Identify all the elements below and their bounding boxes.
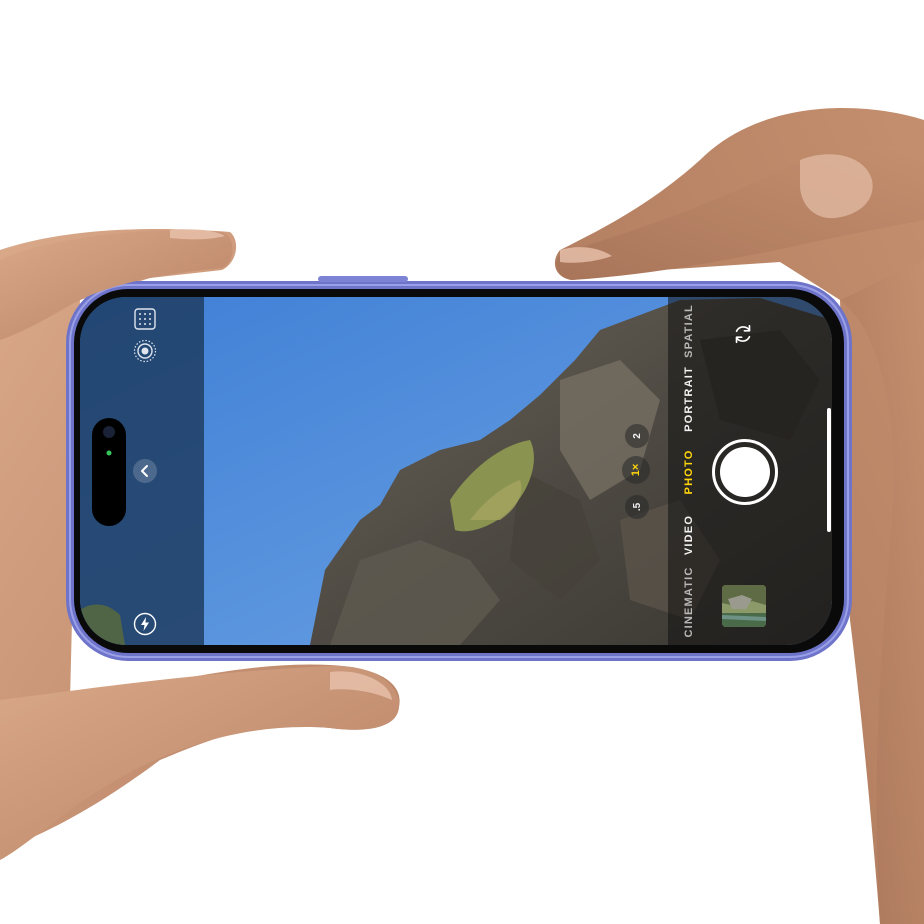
zoom-half-button[interactable]: .5 bbox=[625, 495, 649, 519]
live-photo-icon[interactable] bbox=[133, 339, 157, 363]
grid-icon[interactable] bbox=[133, 307, 157, 331]
mode-cinematic[interactable]: CINEMATIC bbox=[682, 557, 696, 647]
last-photo-thumbnail[interactable] bbox=[722, 585, 766, 627]
zoom-1x-button[interactable]: 1× bbox=[622, 456, 650, 484]
flip-camera-icon[interactable] bbox=[731, 322, 755, 346]
zoom-2x-button[interactable]: 2 bbox=[625, 424, 649, 448]
shutter-button[interactable] bbox=[712, 439, 778, 505]
screen-edge-indicator bbox=[827, 408, 831, 532]
flash-icon[interactable] bbox=[133, 612, 157, 636]
chevron-left-icon[interactable] bbox=[133, 459, 157, 483]
shutter-button-inner bbox=[720, 447, 770, 497]
